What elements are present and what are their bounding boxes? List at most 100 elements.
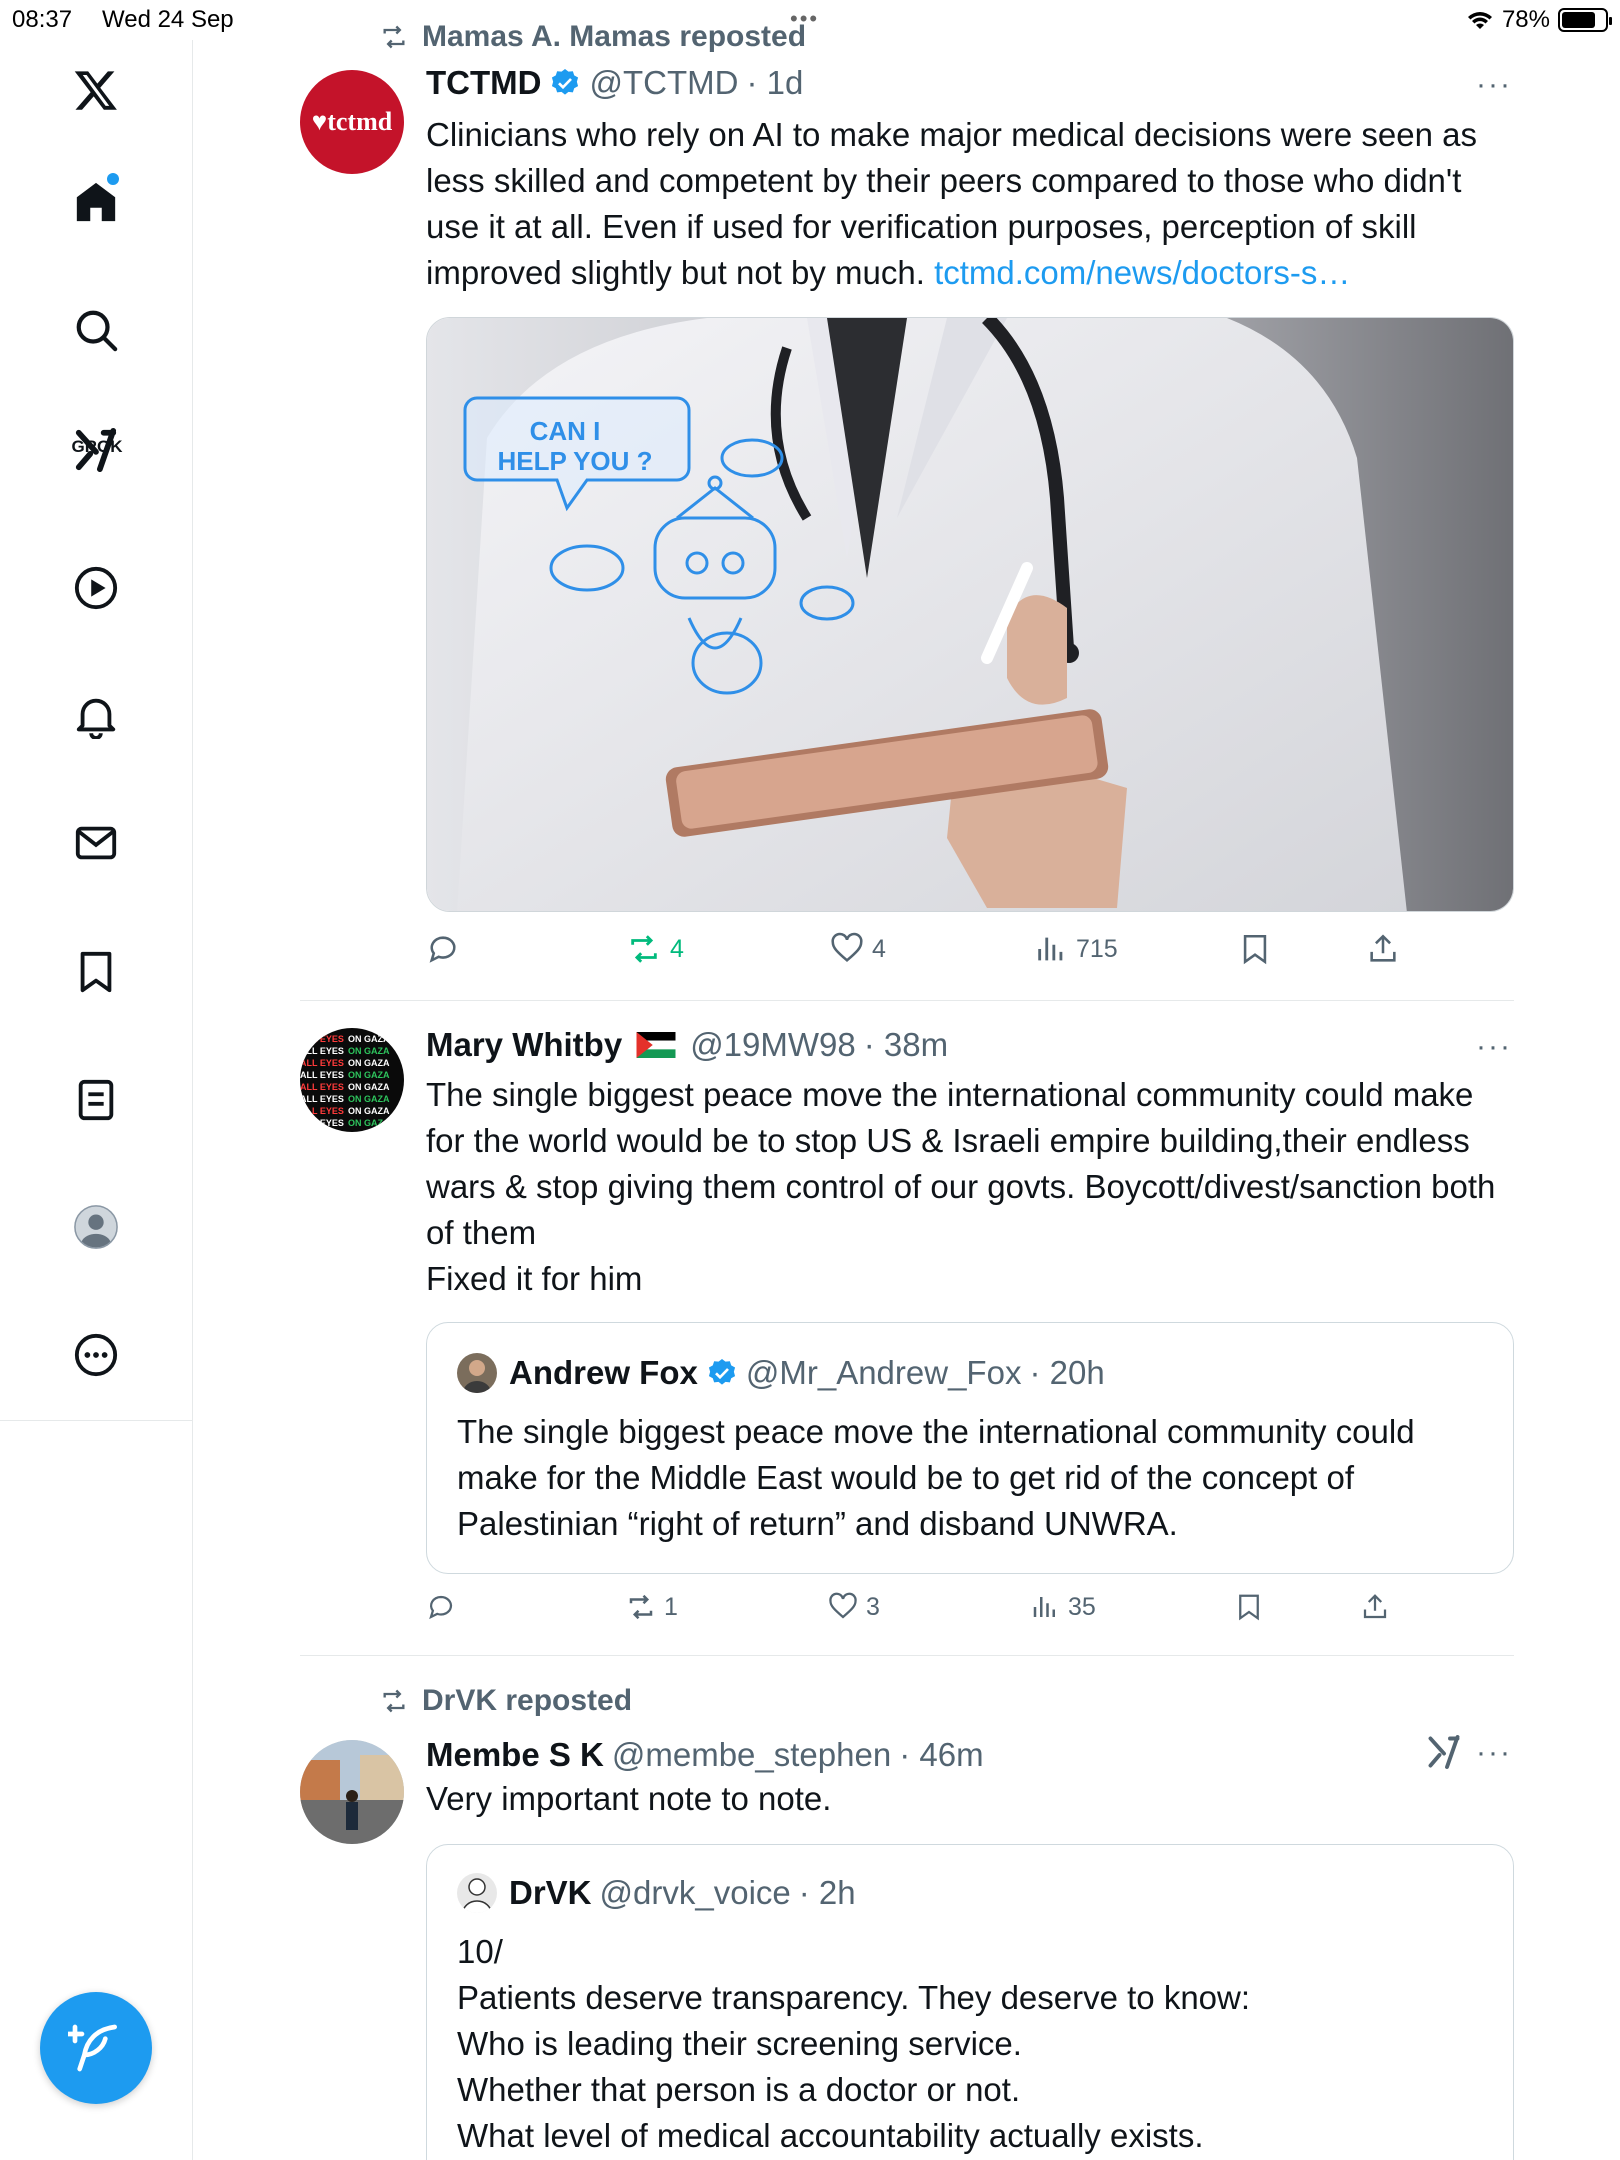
svg-text:ALL EYES: ALL EYES bbox=[300, 1094, 344, 1104]
quoted-post[interactable]: DrVK @drvk_voice · 2h 10/ Patients deser… bbox=[426, 1844, 1514, 2160]
post-text: Very important note to note. bbox=[426, 1780, 832, 1817]
quoted-post[interactable]: Andrew Fox @Mr_Andrew_Fox · 20h The sing… bbox=[426, 1322, 1514, 1574]
post-more-button[interactable]: ··· bbox=[1476, 68, 1512, 102]
bookmark-icon bbox=[80, 951, 112, 993]
repost-count: 4 bbox=[670, 934, 684, 963]
repost-icon bbox=[383, 25, 405, 49]
post-time[interactable]: · 38m bbox=[864, 1026, 948, 1064]
like-count: 3 bbox=[866, 1592, 880, 1621]
quoted-post-time: · 2h bbox=[798, 1874, 856, 1911]
post-divider bbox=[300, 1655, 1514, 1656]
repost-icon bbox=[631, 935, 657, 963]
heart-icon bbox=[831, 932, 863, 963]
sidebar-item-video[interactable] bbox=[66, 558, 126, 618]
quoted-author-name: Andrew Fox bbox=[509, 1354, 698, 1391]
status-date: Wed 24 Sep bbox=[102, 6, 234, 33]
battery-icon bbox=[1558, 8, 1612, 32]
bookmark-button[interactable] bbox=[1238, 932, 1272, 966]
search-icon bbox=[76, 310, 118, 352]
author-handle[interactable]: @TCTMD bbox=[589, 64, 738, 102]
svg-text:ALL EYES: ALL EYES bbox=[300, 1106, 344, 1116]
avatar-logo-text: ♥tctmd bbox=[311, 107, 393, 136]
repost-button[interactable]: 4 bbox=[626, 932, 684, 966]
author-handle[interactable]: @membe_stephen bbox=[612, 1736, 891, 1774]
reply-icon bbox=[429, 1595, 453, 1620]
post-text: The single biggest peace move the intern… bbox=[426, 1076, 1496, 1297]
quoted-author-handle: @drvk_voice bbox=[599, 1874, 791, 1911]
heart-icon bbox=[829, 1592, 857, 1619]
wifi-icon bbox=[1467, 12, 1492, 29]
post-link[interactable]: tctmd.com/news/doctors-s… bbox=[934, 254, 1350, 291]
like-button[interactable]: 4 bbox=[830, 932, 886, 966]
repost-label: DrVK reposted bbox=[422, 1684, 633, 1717]
quoted-post-header: DrVK @drvk_voice · 2h bbox=[457, 1873, 856, 1913]
grok-label: GROK bbox=[71, 437, 123, 456]
bookmark-button[interactable] bbox=[1234, 1592, 1264, 1622]
sidebar-item-messages[interactable] bbox=[66, 813, 126, 873]
post-more-button[interactable]: ··· bbox=[1476, 1736, 1512, 1770]
avatar-pattern: ALL EYES ON GAZA ALL EYES ON GAZA ALL EYES… bbox=[300, 1034, 390, 1128]
reply-icon bbox=[429, 936, 456, 963]
sidebar-item-notifications[interactable] bbox=[66, 686, 126, 746]
svg-text:ALL EYES: ALL EYES bbox=[300, 1082, 344, 1092]
views-count: 715 bbox=[1076, 934, 1118, 963]
play-icon bbox=[74, 566, 118, 610]
repost-count: 1 bbox=[664, 1592, 678, 1621]
sidebar-item-profile[interactable] bbox=[66, 1197, 126, 1257]
share-button[interactable] bbox=[1366, 932, 1400, 966]
sidebar-item-more[interactable] bbox=[66, 1325, 126, 1385]
post-actions: 4 4 715 bbox=[426, 932, 1516, 972]
share-button[interactable] bbox=[1360, 1592, 1390, 1622]
reply-button[interactable] bbox=[426, 932, 460, 966]
repost-button[interactable]: 1 bbox=[626, 1592, 678, 1622]
post-more-button[interactable]: ··· bbox=[1476, 1030, 1512, 1064]
author-name[interactable]: Mary Whitby bbox=[426, 1026, 622, 1064]
svg-text:ON GAZA: ON GAZA bbox=[348, 1082, 390, 1092]
avatar[interactable] bbox=[300, 1740, 404, 1844]
avatar[interactable]: ♥tctmd bbox=[300, 70, 404, 174]
author-handle[interactable]: @19MW98 bbox=[690, 1026, 856, 1064]
post-time[interactable]: · 46m bbox=[899, 1736, 983, 1774]
x-logo-icon[interactable] bbox=[66, 60, 126, 120]
svg-text:ON GAZA: ON GAZA bbox=[348, 1058, 390, 1068]
repost-icon bbox=[629, 1594, 653, 1620]
author-name[interactable]: Membe S K bbox=[426, 1736, 604, 1774]
views-button[interactable]: 35 bbox=[1030, 1592, 1096, 1622]
repost-icon bbox=[383, 1689, 405, 1713]
svg-text:ON GAZA: ON GAZA bbox=[348, 1118, 390, 1128]
author-name[interactable]: TCTMD bbox=[426, 64, 541, 102]
post-header: Membe S K @membe_stephen · 46m bbox=[426, 1736, 984, 1774]
repost-indicator[interactable]: DrVK reposted bbox=[378, 1684, 632, 1718]
repost-label: Mamas A. Mamas reposted bbox=[422, 20, 807, 53]
svg-text:ON GAZA: ON GAZA bbox=[348, 1046, 390, 1056]
quoted-author-handle: @Mr_Andrew_Fox bbox=[745, 1354, 1022, 1391]
quoted-post-time: · 20h bbox=[1029, 1354, 1105, 1391]
post-header: Mary Whitby @19MW98 · 38m bbox=[426, 1026, 948, 1064]
share-icon bbox=[1370, 934, 1396, 962]
sidebar-item-bookmarks[interactable] bbox=[66, 942, 126, 1002]
post-image[interactable]: CAN I HELP YOU ? bbox=[426, 317, 1514, 912]
quoted-avatar bbox=[457, 1873, 497, 1913]
palestine-flag-icon bbox=[636, 1032, 676, 1058]
svg-text:ALL EYES: ALL EYES bbox=[300, 1118, 344, 1128]
status-bar: 08:37 Wed 24 Sep ••• 78% bbox=[0, 0, 1620, 40]
quoted-avatar bbox=[457, 1353, 497, 1393]
compose-button[interactable] bbox=[40, 1992, 152, 2104]
views-button[interactable]: 715 bbox=[1034, 932, 1118, 966]
like-button[interactable]: 3 bbox=[828, 1592, 880, 1622]
reply-button[interactable] bbox=[426, 1592, 456, 1622]
svg-text:ALL EYES: ALL EYES bbox=[300, 1046, 344, 1056]
sidebar-item-search[interactable] bbox=[66, 300, 126, 360]
svg-text:ALL EYES: ALL EYES bbox=[300, 1070, 344, 1080]
home-notification-dot bbox=[107, 173, 119, 185]
like-count: 4 bbox=[872, 934, 886, 963]
grok-explain-button[interactable] bbox=[1426, 1734, 1462, 1775]
quoted-author-name: DrVK bbox=[509, 1874, 592, 1911]
avatar-photo bbox=[300, 1740, 404, 1844]
svg-text:ALL EYES: ALL EYES bbox=[300, 1058, 344, 1068]
post-actions: 1 3 35 bbox=[426, 1592, 1516, 1632]
sidebar-item-lists[interactable] bbox=[66, 1070, 126, 1130]
repost-indicator[interactable]: Mamas A. Mamas reposted bbox=[378, 20, 806, 54]
avatar[interactable]: ALL EYES ON GAZA ALL EYES ON GAZA ALL EYES… bbox=[300, 1028, 404, 1132]
post-time[interactable]: · 1d bbox=[746, 64, 803, 102]
